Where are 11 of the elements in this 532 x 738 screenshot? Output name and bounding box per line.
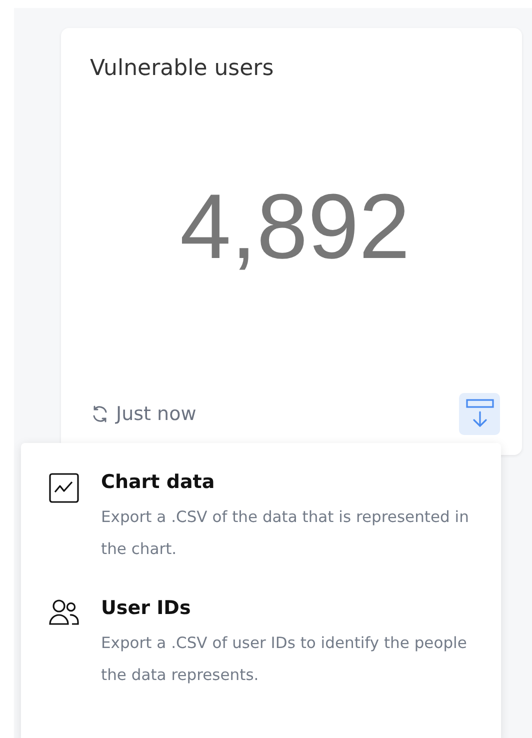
menu-item-description: Export a .CSV of user IDs to identify the people the data represents. [101,633,468,686]
download-icon [464,398,494,430]
metric-value: 4,892 [178,174,412,280]
updated-time: Just now [116,403,198,425]
card-title: Vulnerable users [90,56,275,81]
users-icon [49,599,79,625]
line-chart-icon [49,473,79,503]
menu-item-title[interactable]: User IDs [101,597,481,619]
menu-item-title[interactable]: Chart data [101,471,481,493]
export-button[interactable] [459,393,500,435]
menu-item-description: Export a .CSV of the data that is represented in the chart. [101,507,470,560]
